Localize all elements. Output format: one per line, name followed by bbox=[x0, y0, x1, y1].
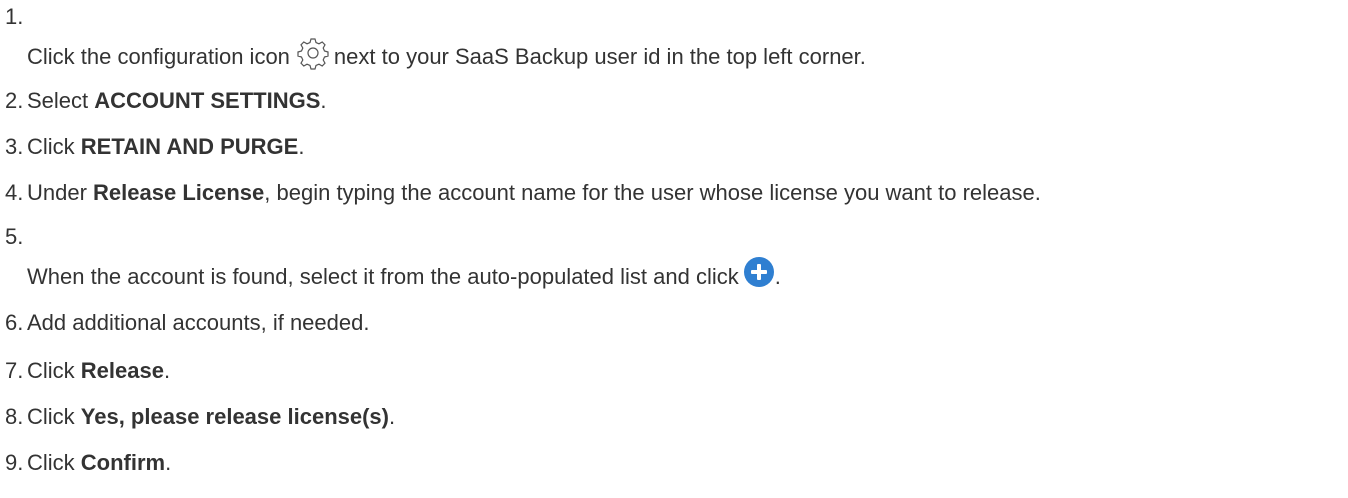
step-text: Add additional accounts, if needed. bbox=[27, 310, 370, 335]
step-number: 7. bbox=[5, 358, 24, 383]
ui-label-yes-release: Yes, please release license(s) bbox=[80, 404, 389, 429]
ui-label-confirm: Confirm bbox=[80, 450, 166, 475]
step-text: Select ACCOUNT SETTINGS. bbox=[27, 88, 327, 113]
instruction-list: 1. Click the configuration icon next to … bbox=[0, 0, 1348, 498]
ui-label-account-settings: ACCOUNT SETTINGS bbox=[94, 88, 321, 113]
step-text: Click Confirm. bbox=[27, 450, 172, 475]
step-text: Click Release. bbox=[27, 358, 171, 383]
step-number: 8. bbox=[5, 404, 24, 429]
step-text: Click the configuration icon next to you… bbox=[27, 36, 866, 70]
step-number: 6. bbox=[5, 310, 24, 335]
step-number: 3. bbox=[5, 134, 24, 159]
gear-icon bbox=[297, 38, 329, 70]
step-number: 9. bbox=[5, 450, 24, 475]
step-text: When the account is found, select it fro… bbox=[27, 256, 781, 288]
step-number: 5. bbox=[5, 224, 24, 249]
ui-label-retain-and-purge: RETAIN AND PURGE bbox=[80, 134, 299, 159]
ui-label-release: Release bbox=[80, 358, 164, 383]
step-text: Under Release License, begin typing the … bbox=[27, 180, 1041, 205]
ui-label-release-license: Release License bbox=[93, 180, 265, 205]
step-number: 2. bbox=[5, 88, 24, 113]
step-number: 1. bbox=[5, 4, 24, 29]
step-text: Click RETAIN AND PURGE. bbox=[27, 134, 305, 159]
plus-circle-icon bbox=[743, 257, 774, 287]
step-text: Click Yes, please release license(s). bbox=[27, 404, 396, 429]
step-number: 4. bbox=[5, 180, 24, 205]
